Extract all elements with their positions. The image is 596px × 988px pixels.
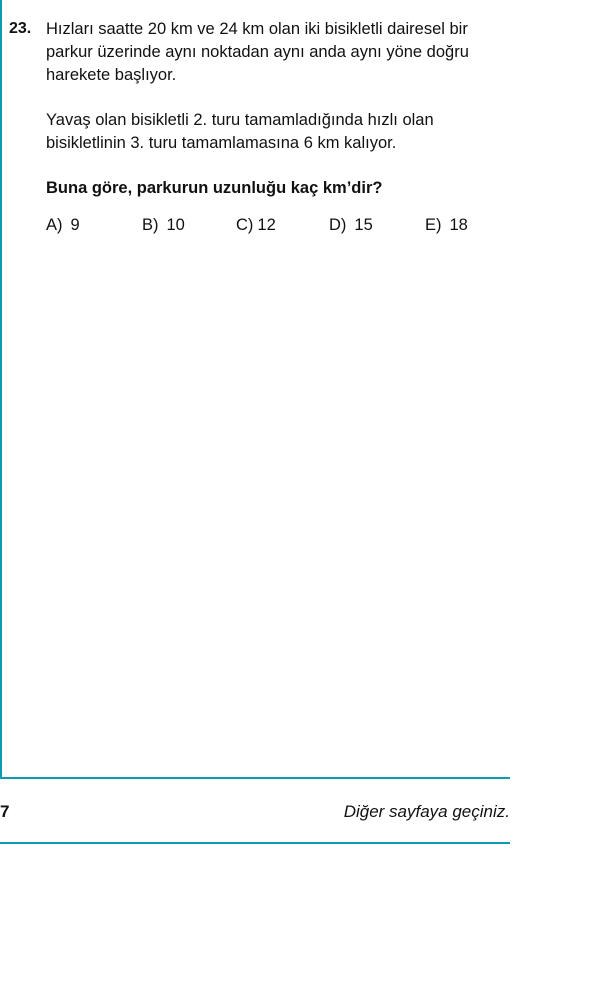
- option-letter: D): [329, 216, 347, 234]
- option-value: 12: [257, 216, 276, 234]
- left-margin-rule: [0, 0, 2, 779]
- option-letter: C): [236, 216, 254, 234]
- footer-top-rule: [0, 777, 510, 779]
- option-value: 10: [166, 216, 185, 234]
- option-a[interactable]: A) 9: [46, 214, 80, 237]
- question-number: 23.: [9, 20, 32, 37]
- page-number: 7: [0, 802, 10, 821]
- next-page-note: Diğer sayfaya geçiniz.: [343, 802, 510, 821]
- option-c[interactable]: C) 12: [236, 214, 276, 237]
- option-letter: B): [142, 216, 159, 234]
- option-value: 9: [70, 216, 80, 234]
- option-value: 18: [449, 216, 468, 234]
- footer-bottom-rule: [0, 842, 510, 844]
- option-d[interactable]: D) 15: [329, 214, 373, 237]
- question-paragraph-2: Yavaş olan bisikletli 2. turu tamamladığ…: [46, 111, 434, 152]
- answer-options: A) 9 B) 10 C) 12 D) 15 E) 18: [46, 214, 506, 238]
- option-b[interactable]: B) 10: [142, 214, 185, 237]
- option-e[interactable]: E) 18: [425, 214, 468, 237]
- question-body: Hızları saatte 20 km ve 24 km olan iki b…: [46, 18, 506, 238]
- question-paragraph-1: Hızları saatte 20 km ve 24 km olan iki b…: [46, 20, 469, 84]
- option-value: 15: [354, 216, 373, 234]
- question-prompt: Buna göre, parkurun uzunluğu kaç km’dir?: [46, 179, 383, 197]
- option-letter: A): [46, 216, 63, 234]
- option-letter: E): [425, 216, 442, 234]
